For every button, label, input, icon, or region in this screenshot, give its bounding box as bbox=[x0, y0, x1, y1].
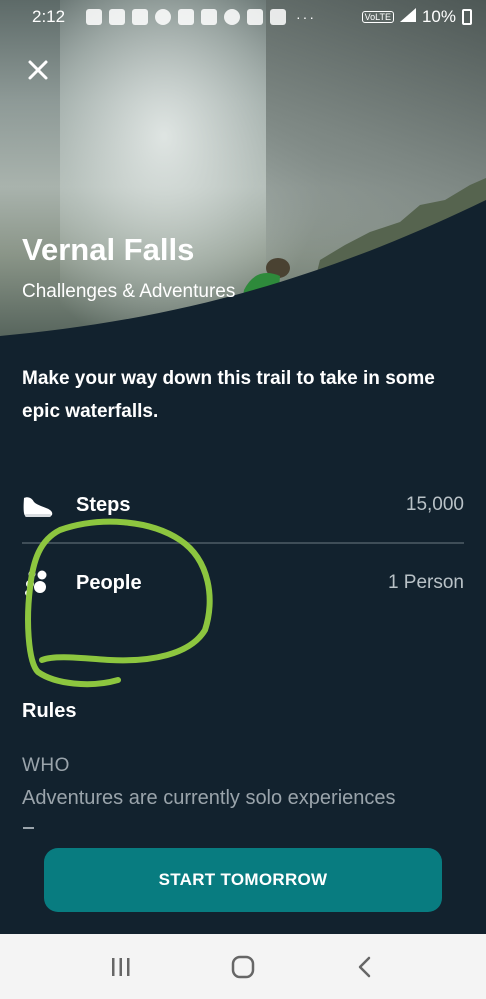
who-text: Adventures are currently solo experience… bbox=[22, 787, 396, 809]
status-time: 2:12 bbox=[32, 7, 66, 26]
stat-label: People bbox=[76, 571, 142, 594]
tiktok-icon bbox=[132, 9, 148, 25]
battery-icon bbox=[462, 9, 472, 25]
system-nav-bar bbox=[0, 934, 486, 999]
stat-row-steps: Steps 15,000 bbox=[22, 485, 464, 525]
overflow-dots: ··· bbox=[296, 9, 316, 25]
back-icon bbox=[358, 956, 371, 977]
people-icon bbox=[22, 567, 54, 599]
stat-row-people: People 1 Person bbox=[22, 563, 464, 603]
battery-level: 10% bbox=[421, 7, 456, 26]
signal-icon bbox=[399, 7, 416, 27]
trophy-icon bbox=[201, 9, 217, 25]
youtube-icon bbox=[270, 9, 286, 25]
adventure-description: Make your way down this trail to take in… bbox=[22, 368, 435, 422]
stat-label: Steps bbox=[76, 493, 131, 516]
stat-value: 1 Person bbox=[387, 572, 464, 593]
back-button[interactable] bbox=[345, 947, 385, 987]
tiktok-icon bbox=[109, 9, 125, 25]
home-button[interactable] bbox=[223, 947, 263, 987]
pinterest-icon bbox=[155, 9, 171, 25]
flipboard-icon bbox=[178, 9, 194, 25]
recent-apps-icon bbox=[112, 957, 130, 976]
start-tomorrow-button[interactable]: START TOMORROW bbox=[44, 848, 442, 912]
recent-apps-button[interactable] bbox=[101, 947, 141, 987]
status-bar: 2:12 ··· VoLTE 10% bbox=[0, 0, 486, 34]
rules-heading: Rules bbox=[22, 700, 77, 722]
notification-icons bbox=[86, 9, 286, 25]
stat-value: 15,000 bbox=[405, 494, 464, 515]
message-icon bbox=[86, 9, 102, 25]
page-title: Vernal Falls bbox=[22, 232, 195, 267]
home-icon bbox=[231, 955, 255, 978]
divider bbox=[22, 542, 464, 544]
chrome-icon bbox=[224, 9, 240, 25]
pinwheel-icon bbox=[247, 9, 263, 25]
text-fade bbox=[22, 821, 36, 829]
volte-icon: VoLTE bbox=[361, 11, 394, 23]
shoe-icon bbox=[22, 489, 54, 521]
who-label: WHO bbox=[22, 755, 70, 776]
close-button[interactable] bbox=[22, 54, 54, 86]
page-subtitle: Challenges & Adventures bbox=[22, 281, 236, 302]
close-icon bbox=[28, 60, 48, 80]
